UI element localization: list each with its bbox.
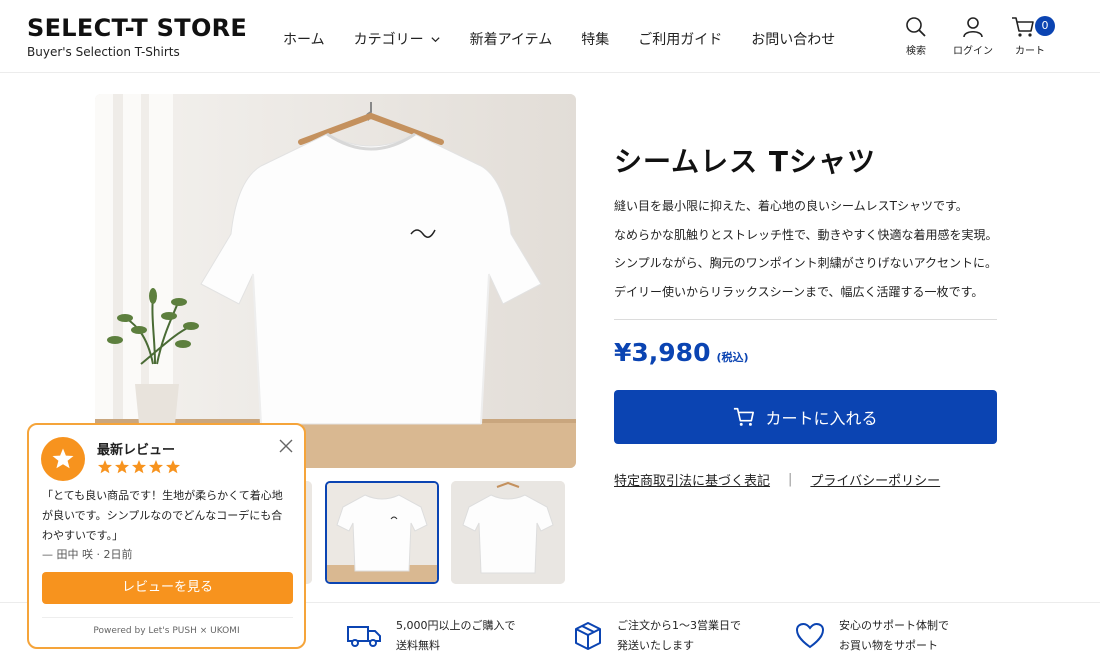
nav-guide[interactable]: ご利用ガイド: [638, 29, 722, 49]
thumbnail-3[interactable]: [451, 481, 565, 584]
login-label: ログイン: [953, 46, 993, 57]
thumbnail-image: [327, 483, 437, 582]
star-icon: [98, 460, 112, 474]
feature-line: 発送いたします: [617, 639, 694, 652]
price-value: ¥3,980: [614, 338, 711, 367]
cart-icon: [734, 407, 755, 426]
review-rating: [97, 459, 181, 475]
heart-icon: [795, 622, 825, 649]
search-button[interactable]: 検索: [895, 15, 937, 57]
divider: [614, 319, 997, 320]
tshirt-photo: [95, 94, 576, 468]
thumbnail-2-selected[interactable]: [325, 481, 439, 584]
privacy-policy-link[interactable]: プライバシーポリシー: [810, 470, 940, 489]
description-line: シンプルながら、胸元のワンポイント刺繍がさりげないアクセントに。: [614, 256, 998, 270]
feature-line: 安心のサポート体制で: [839, 619, 949, 632]
nav-new-items[interactable]: 新着アイテム: [470, 29, 553, 49]
truck-icon: [347, 626, 381, 647]
review-text-line: わやすいです。」: [42, 529, 124, 542]
cart-count-badge: 0: [1035, 16, 1055, 36]
nav-features[interactable]: 特集: [581, 29, 609, 49]
star-icon: [132, 460, 146, 474]
box-icon: [575, 622, 601, 650]
user-icon: [963, 17, 983, 38]
feature-line: ご注文から1〜3営業日で: [617, 619, 741, 632]
divider: [42, 617, 293, 618]
review-author: — 田中 咲 · 2日前: [42, 548, 133, 561]
description-line: デイリー使いからリラックスシーンまで、幅広く活躍する一枚です。: [614, 284, 984, 299]
product-price: ¥3,980 (税込): [614, 338, 749, 367]
description-line: 縫い目を最小限に抑えた、着心地の良いシームレスTシャツです。: [614, 199, 968, 213]
close-icon[interactable]: [279, 439, 293, 453]
search-label: 検索: [906, 46, 926, 57]
star-icon: [115, 460, 129, 474]
brand-title: SELECT-T STORE: [27, 14, 248, 42]
review-text: 「とても良い商品です！生地が柔らかくて着心地 が良いです。シンプルなのでどんなコ…: [42, 486, 300, 546]
review-text-line: 「とても良い商品です！生地が柔らかくて着心地: [42, 489, 283, 502]
powered-by-text: Powered by Let's PUSH × UKOMI: [93, 626, 240, 636]
product-description: 縫い目を最小限に抑えた、着心地の良いシームレスTシャツです。 なめらかな肌触りと…: [614, 192, 1014, 306]
review-popup: 最新レビュー 「とても良い商品です！生地が柔らかくて着心地 が良いです。シンプル…: [27, 423, 306, 649]
nav-home[interactable]: ホーム: [283, 29, 325, 49]
review-text-line: が良いです。シンプルなのでどんなコーデにも合: [42, 509, 283, 522]
brand-subtitle: Buyer's Selection T-Shirts: [27, 45, 180, 59]
chevron-down-icon: [431, 36, 440, 42]
cart-icon: [1012, 17, 1034, 37]
product-main-image[interactable]: [95, 94, 576, 468]
legal-links: 特定商取引法に基づく表記 | プライバシーポリシー: [614, 470, 940, 489]
description-line: なめらかな肌触りとストレッチ性で、動きやすく快適な着用感を実現。: [614, 227, 998, 242]
main-nav: ホーム カテゴリー 新着アイテム 特集 ご利用ガイド お問い合わせ: [283, 29, 835, 49]
star-icon: [166, 460, 180, 474]
cart-label: カート: [1015, 46, 1045, 57]
link-separator: |: [788, 472, 793, 487]
price-tax-note: (税込): [716, 351, 749, 364]
feature-text: 安心のサポート体制で お買い物をサポート: [839, 616, 949, 656]
feature-line: 5,000円以上のご購入で: [396, 619, 516, 632]
nav-contact[interactable]: お問い合わせ: [751, 29, 835, 49]
brand-logo[interactable]: SELECT-T STORE Buyer's Selection T-Shirt…: [27, 14, 247, 59]
view-reviews-button[interactable]: レビューを見る: [42, 572, 293, 604]
nav-category[interactable]: カテゴリー: [354, 29, 441, 49]
feature-support: 安心のサポート体制で お買い物をサポート: [795, 616, 949, 656]
site-header: SELECT-T STORE Buyer's Selection T-Shirt…: [0, 0, 1100, 73]
feature-line: 送料無料: [396, 639, 440, 652]
star-icon: [149, 460, 163, 474]
feature-text: 5,000円以上のご購入で 送料無料: [396, 616, 516, 656]
feature-text: ご注文から1〜3営業日で 発送いたします: [617, 616, 741, 656]
commerce-law-link[interactable]: 特定商取引法に基づく表記: [614, 470, 770, 489]
cart-button[interactable]: 0 カート: [1009, 15, 1055, 57]
feature-shipping: 5,000円以上のご購入で 送料無料: [346, 616, 516, 656]
product-title: シームレス Tシャツ: [614, 145, 877, 178]
add-to-cart-button[interactable]: カートに入れる: [614, 390, 997, 444]
feature-dispatch: ご注文から1〜3営業日で 発送いたします: [573, 616, 741, 656]
nav-category-label: カテゴリー: [353, 32, 424, 48]
search-icon: [906, 17, 926, 37]
login-button[interactable]: ログイン: [952, 15, 994, 57]
header-icons: 検索 ログイン 0 カート: [895, 15, 1066, 57]
add-to-cart-label: カートに入れる: [765, 409, 878, 428]
star-icon: [52, 448, 74, 469]
review-title: 最新レビュー: [97, 443, 176, 458]
feature-line: お買い物をサポート: [839, 639, 938, 652]
thumbnail-image: [451, 481, 565, 584]
review-avatar: [41, 437, 85, 481]
